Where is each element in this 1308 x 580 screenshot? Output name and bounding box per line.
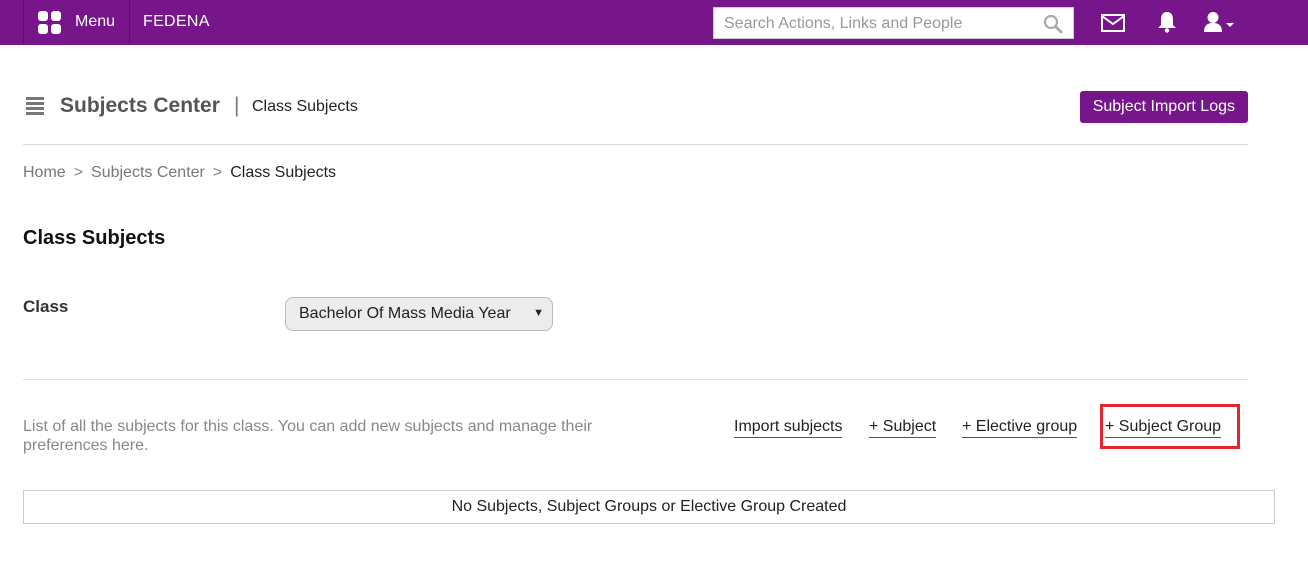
bell-icon[interactable] <box>1157 11 1177 38</box>
brand-name[interactable]: FEDENA <box>143 13 210 31</box>
add-elective-group-link[interactable]: + Elective group <box>962 417 1078 438</box>
class-select[interactable]: Bachelor Of Mass Media Year ▼ <box>285 297 553 331</box>
breadcrumb-separator: > <box>212 164 223 181</box>
dropdown-arrow-icon: ▼ <box>533 307 544 319</box>
highlight-box <box>1100 404 1240 449</box>
section-divider <box>23 379 1248 380</box>
menu-button[interactable]: Menu <box>23 0 130 45</box>
page-header: Subjects Center | Class Subjects Subject… <box>23 88 1248 128</box>
breadcrumb-subjects-center[interactable]: Subjects Center <box>91 164 205 181</box>
page-title: Subjects Center <box>60 94 220 117</box>
search-box[interactable] <box>713 7 1074 39</box>
top-navigation-bar: Menu FEDENA <box>0 0 1308 45</box>
search-input[interactable] <box>722 9 1046 39</box>
mail-icon[interactable] <box>1101 14 1125 37</box>
user-icon[interactable] <box>1203 11 1235 38</box>
class-label: Class <box>23 297 69 316</box>
import-subjects-link[interactable]: Import subjects <box>734 417 843 438</box>
search-icon[interactable] <box>1043 14 1063 39</box>
list-icon <box>26 97 44 115</box>
class-select-value: Bachelor Of Mass Media Year <box>299 305 511 322</box>
header-divider <box>23 144 1248 145</box>
breadcrumb-separator: > <box>73 164 84 181</box>
menu-label: Menu <box>75 13 116 30</box>
breadcrumb-home[interactable]: Home <box>23 164 66 181</box>
breadcrumb: Home > Subjects Center > Class Subjects <box>23 164 336 182</box>
title-separator: | <box>234 94 240 117</box>
page-subtitle: Class Subjects <box>252 98 358 115</box>
grid-icon <box>38 11 62 35</box>
section-title: Class Subjects <box>23 227 166 249</box>
breadcrumb-current: Class Subjects <box>230 164 337 181</box>
add-subject-link[interactable]: + Subject <box>869 417 937 438</box>
subject-import-logs-button[interactable]: Subject Import Logs <box>1079 91 1248 123</box>
empty-state-message: No Subjects, Subject Groups or Elective … <box>23 490 1275 524</box>
subjects-description: List of all the subjects for this class.… <box>23 418 593 454</box>
